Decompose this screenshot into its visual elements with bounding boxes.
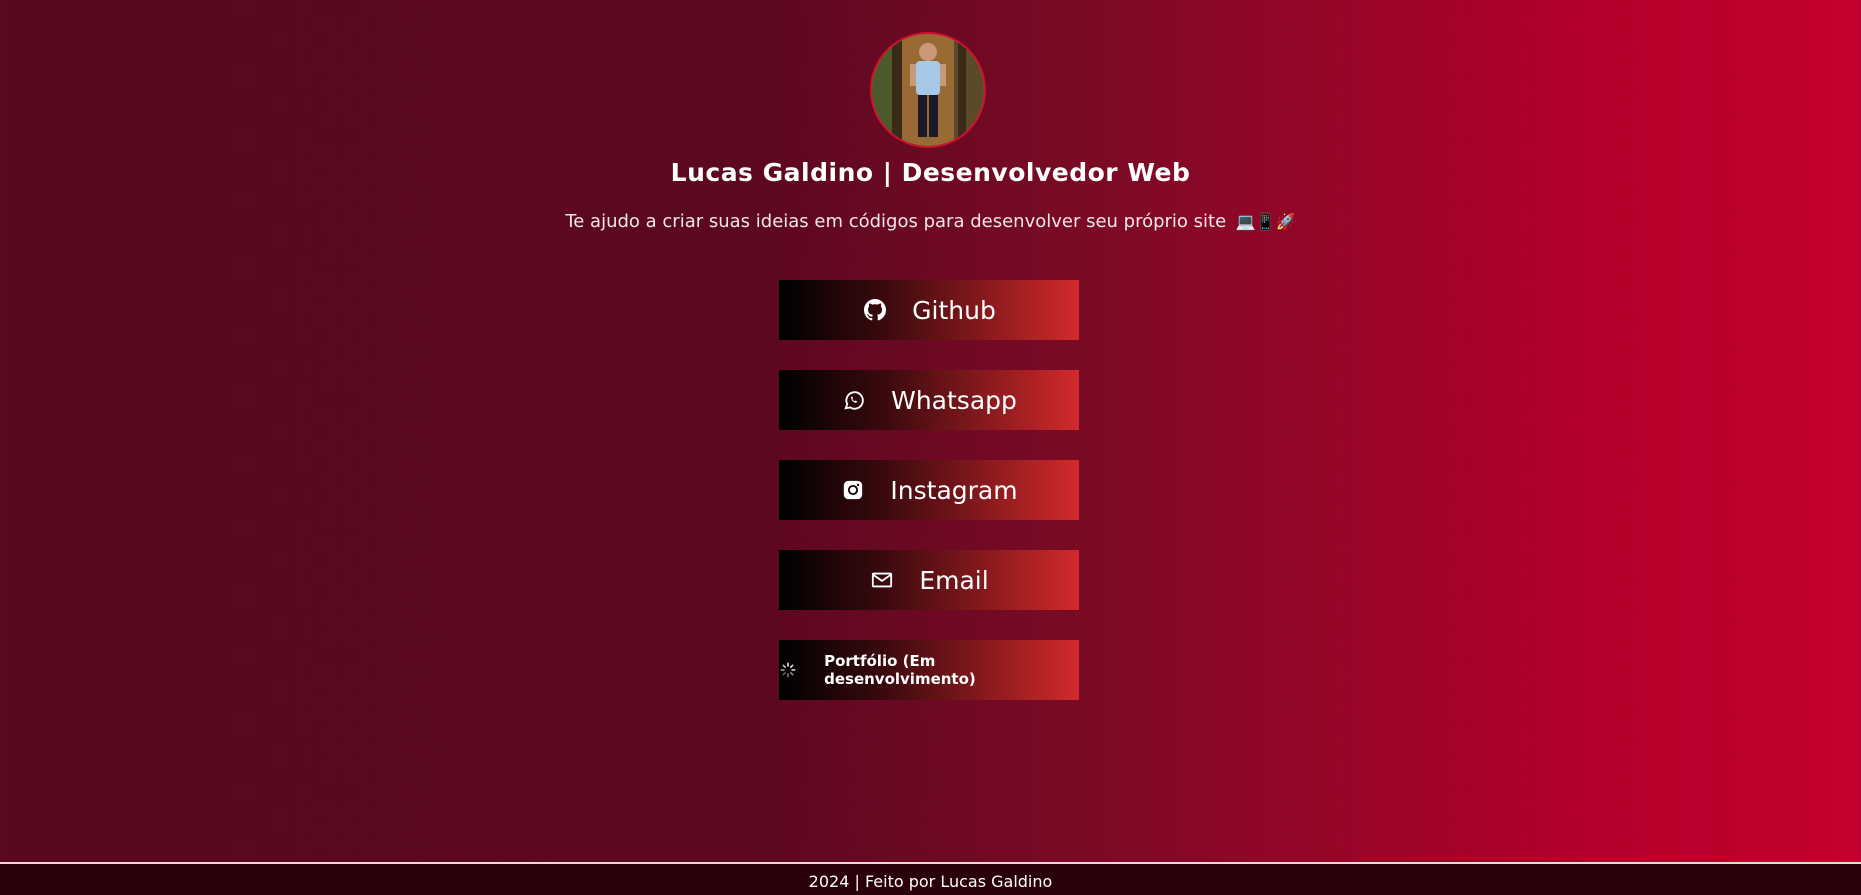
links-list: Github Whatsapp Instagram Email Portfóli… xyxy=(779,280,1079,730)
whatsapp-link-button[interactable]: Whatsapp xyxy=(779,370,1079,430)
whatsapp-link-label: Whatsapp xyxy=(891,385,1017,415)
github-link-label: Github xyxy=(912,295,996,325)
footer: 2024 | Feito por Lucas Galdino xyxy=(0,862,1861,895)
instagram-icon xyxy=(840,477,866,503)
portfolio-link-label: Portfólio (Em desenvolvimento) xyxy=(824,652,976,688)
avatar xyxy=(870,32,986,148)
bio-emojis: 💻📱🚀 xyxy=(1235,212,1296,231)
avatar-photo xyxy=(872,34,984,146)
page-title: Lucas Galdino | Desenvolvedor Web xyxy=(670,158,1191,187)
github-icon xyxy=(862,297,888,323)
email-link-button[interactable]: Email xyxy=(779,550,1079,610)
instagram-link-button[interactable]: Instagram xyxy=(779,460,1079,520)
email-icon xyxy=(869,567,895,593)
bio-text: Te ajudo a criar suas ideias em códigos … xyxy=(0,211,1861,232)
github-link-button[interactable]: Github xyxy=(779,280,1079,340)
bio-text-label: Te ajudo a criar suas ideias em códigos … xyxy=(565,211,1227,232)
email-link-label: Email xyxy=(919,565,989,595)
portfolio-link-button[interactable]: Portfólio (Em desenvolvimento) xyxy=(779,640,1079,700)
instagram-link-label: Instagram xyxy=(890,475,1018,505)
footer-text: 2024 | Feito por Lucas Galdino xyxy=(808,872,1053,891)
whatsapp-icon xyxy=(841,387,867,413)
loading-spinner-icon xyxy=(779,661,796,679)
